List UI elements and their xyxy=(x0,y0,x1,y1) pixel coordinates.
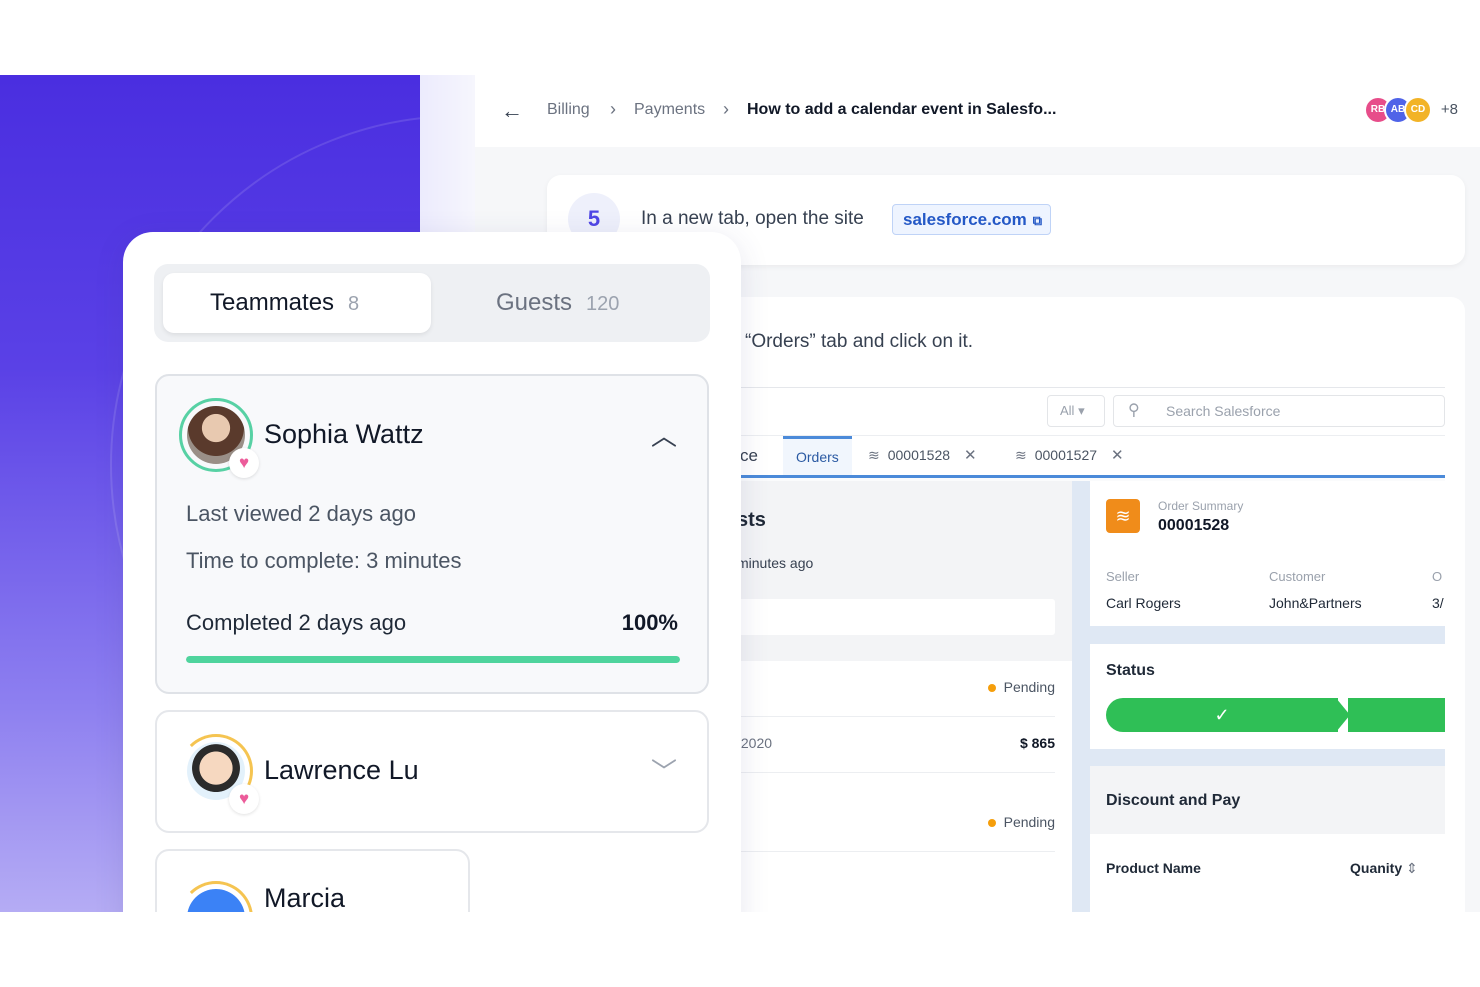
stack-icon: ≋ xyxy=(868,447,880,463)
teammates-panel: Teammates 8 Guests 120 ♥ Sophia Wattz ︿ La… xyxy=(123,232,741,912)
tab-partial[interactable]: ce xyxy=(740,436,758,475)
avatar: ♥ xyxy=(179,734,259,814)
chevron-up-icon[interactable]: ︿ xyxy=(651,416,677,453)
list-input[interactable] xyxy=(737,599,1055,635)
avatar xyxy=(179,881,253,912)
status-pending: Pending xyxy=(987,814,1055,830)
count-badge: 120 xyxy=(586,293,620,315)
order-icon: ≋ xyxy=(1106,499,1140,533)
count-badge: 8 xyxy=(348,293,360,315)
filter-label: All xyxy=(1060,403,1075,418)
status-label: Status xyxy=(1106,662,1155,679)
field-value: 3/ xyxy=(1432,595,1444,611)
row-date: /2020 xyxy=(737,735,773,751)
status-progress-complete[interactable]: ✓ xyxy=(1106,698,1338,732)
field-label: O xyxy=(1432,569,1443,584)
chevron-right-icon: › xyxy=(723,99,729,119)
completion-percent: 100% xyxy=(621,610,678,635)
salesforce-link[interactable]: salesforce.com ⧉ xyxy=(892,204,1052,235)
more-options-icon[interactable]: ··· xyxy=(428,903,448,912)
tab-teammates[interactable]: Teammates 8 xyxy=(163,273,431,333)
status-pending: Pending xyxy=(987,679,1055,695)
breadcrumb-current: How to add a calendar event in Salesfo..… xyxy=(747,101,1057,118)
list-subtitle: minutes ago xyxy=(737,555,814,571)
order-number: 00001528 xyxy=(1158,517,1230,534)
search-input[interactable]: ⚲ Search Salesforce xyxy=(1113,395,1445,427)
field-value: Carl Rogers xyxy=(1106,595,1181,611)
tab-label: Guests xyxy=(496,289,573,316)
search-placeholder: Search Salesforce xyxy=(1166,403,1281,419)
tab-order-00001528[interactable]: ≋ 00001528 ✕ xyxy=(868,436,977,475)
external-link-icon: ⧉ xyxy=(1032,213,1043,228)
tab-label: Teammates xyxy=(210,289,335,316)
status-progress-next[interactable] xyxy=(1348,698,1445,732)
close-icon[interactable]: ✕ xyxy=(964,447,977,464)
heart-icon: ♥ xyxy=(229,448,259,478)
breadcrumb-payments[interactable]: Payments xyxy=(634,101,705,119)
stack-icon: ≋ xyxy=(1015,447,1027,463)
discount-panel: Discount and Pay Product Name Quanity ⇕ xyxy=(1090,766,1445,912)
back-arrow-icon[interactable]: ← xyxy=(501,99,525,123)
sort-icon: ⇕ xyxy=(1406,860,1418,876)
close-icon[interactable]: ✕ xyxy=(1111,447,1124,464)
more-collaborators-count[interactable]: +8 xyxy=(1441,101,1458,118)
row-amount: $ 865 xyxy=(1019,735,1055,751)
top-bar: ← Billing › Payments › How to add a cale… xyxy=(475,75,1480,147)
progress-bar xyxy=(186,656,680,663)
avatar: ♥ xyxy=(179,398,259,478)
tab-orders[interactable]: Orders xyxy=(783,436,852,475)
tab-label: 00001528 xyxy=(887,447,951,463)
filter-dropdown[interactable]: All ▾ xyxy=(1047,395,1105,427)
segmented-control: Teammates 8 Guests 120 xyxy=(154,264,710,342)
tab-label: 00001527 xyxy=(1034,447,1098,463)
teammate-name: Sophia Wattz xyxy=(264,419,424,449)
step-instruction: In a new tab, open the site xyxy=(641,208,864,229)
list-title: sts xyxy=(737,509,766,531)
table-row[interactable]: Pending xyxy=(737,796,1055,852)
table-row[interactable]: Pending xyxy=(737,661,1055,717)
teammate-card-marcia[interactable]: Marcia ··· xyxy=(155,849,470,912)
tab-guests[interactable]: Guests 120 xyxy=(431,273,701,333)
order-summary-label: Order Summary xyxy=(1158,499,1244,513)
field-label: Seller xyxy=(1106,569,1140,584)
teammate-name: Marcia xyxy=(264,883,346,912)
status-panel: Status ✓ xyxy=(1090,644,1445,749)
chevron-right-icon: › xyxy=(610,99,616,119)
last-viewed: Last viewed 2 days ago xyxy=(186,501,416,526)
heart-icon: ♥ xyxy=(229,784,259,814)
column-header[interactable]: Quanity ⇕ xyxy=(1350,860,1418,877)
discount-title: Discount and Pay xyxy=(1106,792,1241,809)
link-label: salesforce.com xyxy=(903,210,1027,229)
teammate-card-lawrence[interactable]: ♥ Lawrence Lu ﹀ xyxy=(155,710,709,833)
field-value: John&Partners xyxy=(1269,595,1362,611)
order-summary-panel: ≋ Order Summary 00001528 Seller Carl Rog… xyxy=(1090,481,1445,626)
step-instruction-next: “Orders” tab and click on it. xyxy=(745,331,974,352)
table-row[interactable]: /2020 $ 865 xyxy=(737,717,1055,773)
stage: ← Billing › Payments › How to add a cale… xyxy=(0,75,1480,912)
check-icon: ✓ xyxy=(1214,705,1230,725)
completed-label: Completed 2 days ago xyxy=(186,610,407,635)
breadcrumb-billing[interactable]: Billing xyxy=(547,101,590,119)
avatar: CD xyxy=(1404,96,1432,124)
teammate-name: Lawrence Lu xyxy=(264,755,419,785)
progress-fill xyxy=(186,656,680,663)
teammate-card-sophia[interactable]: ♥ Sophia Wattz ︿ Last viewed 2 days ago … xyxy=(155,374,709,694)
chevron-down-icon[interactable]: ﹀ xyxy=(651,752,677,789)
discount-header: Discount and Pay xyxy=(1090,766,1445,834)
search-icon: ⚲ xyxy=(1128,402,1140,419)
field-label: Customer xyxy=(1269,569,1326,584)
column-header: Product Name xyxy=(1106,860,1201,876)
tab-order-00001527[interactable]: ≋ 00001527 ✕ xyxy=(1015,436,1124,475)
time-to-complete: Time to complete: 3 minutes xyxy=(186,548,462,573)
collaborator-avatars[interactable]: RB AB CD xyxy=(1364,96,1434,126)
